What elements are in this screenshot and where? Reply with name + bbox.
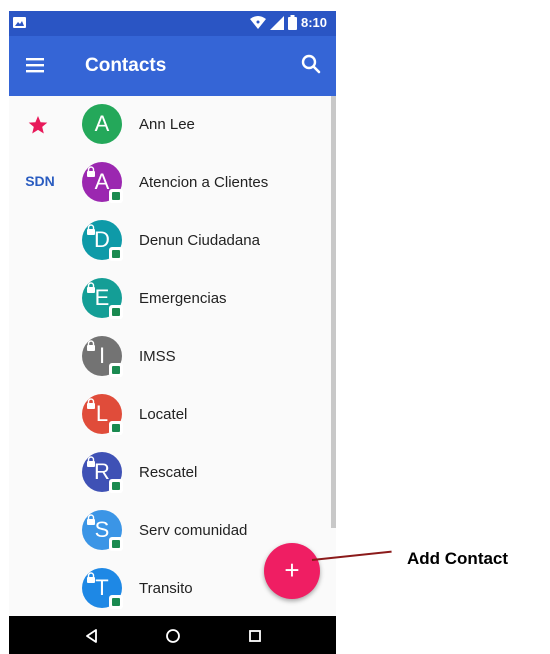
- contact-name: Emergencias: [139, 290, 227, 307]
- sim-card-icon: [109, 537, 123, 551]
- contact-name: Ann Lee: [139, 116, 195, 133]
- contact-name: Denun Ciudadana: [139, 232, 260, 249]
- sim-card-icon: [109, 595, 123, 609]
- contact-name: Serv comunidad: [139, 522, 248, 539]
- hamburger-menu-icon[interactable]: [26, 56, 46, 74]
- status-time: 8:10: [300, 15, 327, 30]
- sim-card-icon: [109, 421, 123, 435]
- contact-name: Rescatel: [139, 464, 198, 481]
- sim-card-icon: [109, 363, 123, 377]
- contact-list[interactable]: A Ann Lee SDN A Atencion a Clientes D Denun Ci…: [9, 96, 336, 616]
- sim-card-icon: [109, 305, 123, 319]
- contact-row[interactable]: E Emergencias: [9, 270, 336, 328]
- sim-card-icon: [109, 189, 123, 203]
- contact-name: Atencion a Clientes: [139, 174, 269, 191]
- lock-icon: [87, 572, 95, 583]
- contact-row[interactable]: D Denun Ciudadana: [9, 212, 336, 270]
- status-bar: 8:10: [9, 11, 336, 36]
- sim-card-icon: [109, 247, 123, 261]
- add-contact-button[interactable]: +: [264, 543, 320, 599]
- scrollbar[interactable]: [331, 96, 336, 528]
- lock-icon: [87, 456, 95, 467]
- page-title: Contacts: [85, 55, 167, 76]
- contact-row[interactable]: R Rescatel: [9, 444, 336, 502]
- contact-row[interactable]: SDN A Atencion a Clientes: [9, 154, 336, 212]
- signal-icon: [269, 15, 284, 30]
- contact-name: IMSS: [139, 348, 176, 365]
- app-bar: Contacts: [9, 36, 336, 96]
- contact-row[interactable]: L Locatel: [9, 386, 336, 444]
- section-label: SDN: [25, 173, 55, 189]
- home-circle-icon[interactable]: [163, 626, 183, 646]
- contact-name: Locatel: [139, 406, 188, 423]
- lock-icon: [87, 514, 95, 525]
- lock-icon: [87, 282, 95, 293]
- image-notification-icon: [13, 17, 26, 28]
- star-icon: [28, 116, 48, 134]
- wifi-icon: [249, 15, 266, 29]
- contact-name: Transito: [139, 580, 193, 597]
- back-triangle-icon[interactable]: [82, 626, 102, 646]
- contact-row[interactable]: I IMSS: [9, 328, 336, 386]
- lock-icon: [87, 224, 95, 235]
- status-icons: 8:10: [249, 15, 327, 30]
- lock-icon: [87, 340, 95, 351]
- recents-square-icon[interactable]: [245, 626, 265, 646]
- lock-icon: [87, 166, 95, 177]
- add-contact-annotation: Add Contact: [407, 549, 509, 568]
- lock-icon: [87, 398, 95, 409]
- contact-row[interactable]: A Ann Lee: [9, 96, 336, 154]
- navigation-bar: [9, 616, 336, 654]
- battery-icon: [287, 15, 297, 30]
- sim-card-icon: [109, 479, 123, 493]
- avatar: A: [82, 104, 122, 144]
- phone-screen: 8:10 Contacts A Ann Lee SDN A Atencion a Cli…: [9, 11, 336, 654]
- search-icon[interactable]: [300, 53, 322, 75]
